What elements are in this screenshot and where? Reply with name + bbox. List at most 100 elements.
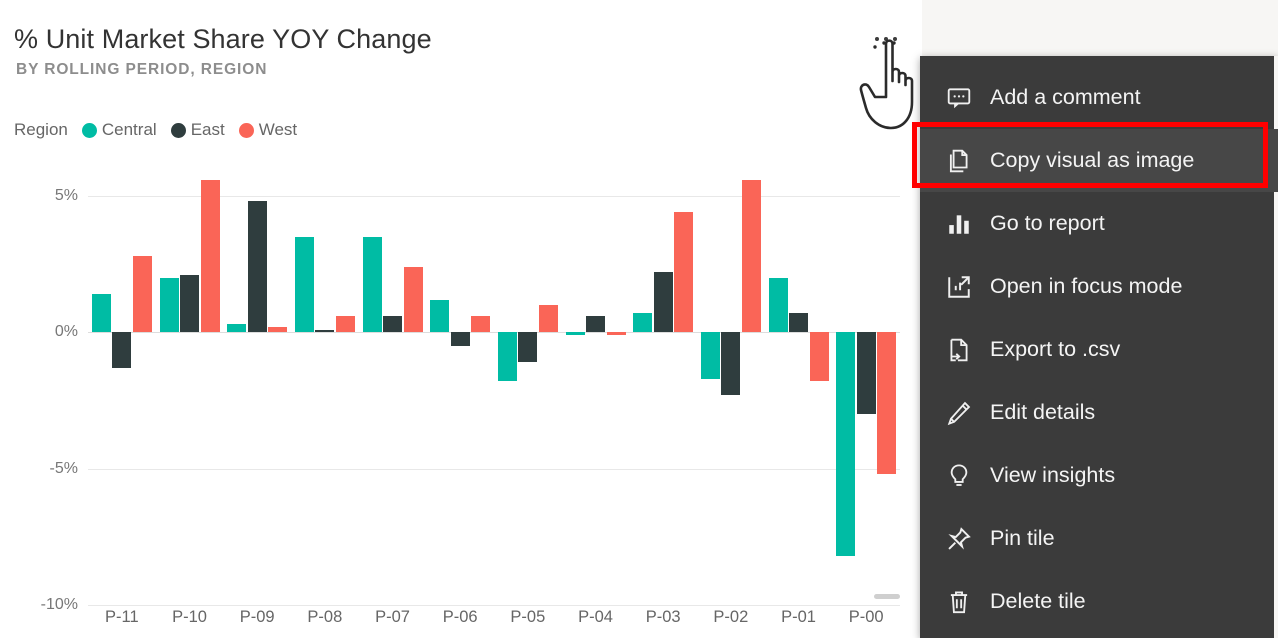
bar-central-p-06[interactable] — [430, 299, 450, 333]
trash-icon — [946, 587, 980, 617]
y-tick-label: 5% — [54, 186, 78, 204]
copy-icon — [946, 146, 980, 176]
bar-chart: 5% 0% -5% -10% — [0, 155, 922, 613]
gridline — [88, 605, 900, 606]
bar-east-p-07[interactable] — [383, 315, 402, 333]
legend-swatch-west — [238, 122, 254, 138]
legend-item-central[interactable]: Central — [81, 120, 157, 140]
x-tick-label: P-01 — [781, 608, 816, 626]
bar-east-p-02[interactable] — [721, 332, 741, 395]
menu-item-label: Delete tile — [990, 589, 1086, 613]
menu-item-go-to-report[interactable]: Go to report — [920, 192, 1278, 255]
menu-item-label: Pin tile — [990, 526, 1055, 550]
tile-subtitle: BY ROLLING PERIOD, REGION — [16, 61, 268, 78]
gridline — [88, 332, 900, 334]
bar-east-p-05[interactable] — [518, 332, 538, 363]
bar-east-p-11[interactable] — [112, 332, 132, 368]
chart-horizontal-scrollbar[interactable] — [88, 594, 900, 599]
bar-central-p-02[interactable] — [700, 332, 720, 379]
legend-item-east[interactable]: East — [170, 120, 225, 140]
visual-tile: % Unit Market Share YOY Change BY ROLLIN… — [0, 0, 922, 638]
page-title: % Unit Market Share YOY Change — [14, 24, 432, 54]
y-tick-label: -10% — [40, 596, 78, 613]
y-tick-label: 0% — [54, 323, 78, 341]
x-tick-label: P-00 — [848, 608, 884, 626]
menu-item-label: Open in focus mode — [990, 274, 1183, 298]
bar-chart-icon — [946, 209, 980, 239]
ellipsis-dot — [884, 37, 888, 41]
x-axis: P-11 P-10 P-09 P-08 P-07 P-06 P-05 P-04 P-03 P-02… — [88, 608, 900, 638]
menu-item-open-in-focus-mode[interactable]: Open in focus mode — [920, 255, 1278, 318]
menu-item-export-to-csv[interactable]: Export to .csv — [920, 318, 1278, 381]
x-tick-label: P-09 — [239, 608, 275, 626]
x-tick-label: P-07 — [375, 608, 410, 626]
bar-east-p-01[interactable] — [789, 313, 808, 333]
ellipsis-dot — [875, 37, 879, 41]
bar-east-p-06[interactable] — [450, 332, 470, 346]
menu-item-label: Add a comment — [990, 85, 1141, 109]
comment-icon — [946, 83, 980, 113]
x-tick-label: P-11 — [105, 608, 139, 626]
y-tick-label: -5% — [49, 459, 78, 477]
legend-label-central: Central — [101, 120, 157, 139]
bar-central-p-03[interactable] — [633, 313, 653, 333]
menu-item-delete-tile[interactable]: Delete tile — [920, 570, 1278, 633]
x-tick-label: P-10 — [172, 608, 207, 626]
x-tick-label: P-02 — [713, 608, 749, 626]
lightbulb-icon — [946, 461, 980, 491]
bar-central-p-01[interactable] — [768, 277, 788, 333]
bar-east-p-09[interactable] — [247, 201, 267, 333]
menu-item-add-a-comment[interactable]: Add a comment — [920, 66, 1278, 129]
bar-west-p-05[interactable] — [538, 305, 558, 333]
pencil-icon — [946, 398, 980, 428]
bar-east-p-08[interactable] — [315, 329, 335, 333]
bar-west-p-00[interactable] — [877, 332, 897, 475]
scrollbar-thumb[interactable] — [874, 594, 900, 599]
menu-item-label: Export to .csv — [990, 337, 1121, 361]
bar-west-p-01[interactable] — [809, 332, 829, 382]
legend-item-west[interactable]: West — [238, 120, 297, 140]
y-axis: 5% 0% -5% -10% — [0, 155, 78, 613]
menu-item-label: View insights — [990, 463, 1116, 487]
bar-east-p-03[interactable] — [653, 272, 673, 333]
bar-central-p-09[interactable] — [227, 324, 247, 333]
legend-swatch-east — [170, 122, 186, 138]
x-tick-label: P-06 — [442, 608, 478, 626]
x-tick-label: P-08 — [307, 608, 343, 626]
focus-mode-icon — [946, 272, 980, 302]
menu-item-edit-details[interactable]: Edit details — [920, 381, 1278, 444]
menu-item-label: Edit details — [990, 400, 1096, 424]
menu-item-view-insights[interactable]: View insights — [920, 444, 1278, 507]
menu-item-copy-visual-as-image[interactable]: Copy visual as image — [912, 122, 1278, 192]
bar-east-p-00[interactable] — [856, 332, 876, 415]
bar-west-p-10[interactable] — [200, 179, 220, 333]
ellipsis-dot — [893, 37, 897, 41]
bar-west-p-09[interactable] — [268, 326, 288, 333]
bar-west-p-04[interactable] — [606, 332, 626, 335]
menu-item-pin-tile[interactable]: Pin tile — [920, 507, 1278, 570]
bar-west-p-11[interactable] — [132, 255, 152, 333]
bar-central-p-08[interactable] — [294, 236, 314, 333]
bar-central-p-00[interactable] — [836, 332, 856, 556]
bar-west-p-03[interactable] — [674, 212, 694, 333]
bar-central-p-04[interactable] — [565, 332, 585, 335]
legend-title: Region — [14, 120, 68, 139]
bar-central-p-05[interactable] — [497, 332, 517, 382]
menu-item-label: Copy visual as image — [990, 148, 1195, 172]
bar-west-p-02[interactable] — [741, 179, 761, 333]
x-tick-label: P-05 — [510, 608, 546, 626]
menu-item-label: Go to report — [990, 211, 1105, 235]
bar-east-p-10[interactable] — [180, 275, 199, 333]
bar-central-p-07[interactable] — [362, 236, 382, 333]
bar-west-p-06[interactable] — [471, 315, 491, 333]
x-tick-label: P-04 — [578, 608, 613, 626]
tile-more-options-button[interactable] — [866, 30, 906, 48]
bar-west-p-07[interactable] — [403, 266, 423, 333]
bar-west-p-08[interactable] — [335, 315, 355, 333]
bar-east-p-04[interactable] — [586, 315, 605, 333]
gridline — [88, 468, 900, 470]
bar-central-p-11[interactable] — [91, 294, 111, 333]
legend-swatch-central — [81, 122, 97, 138]
x-tick-label: P-03 — [645, 608, 681, 626]
bar-central-p-10[interactable] — [159, 277, 179, 333]
